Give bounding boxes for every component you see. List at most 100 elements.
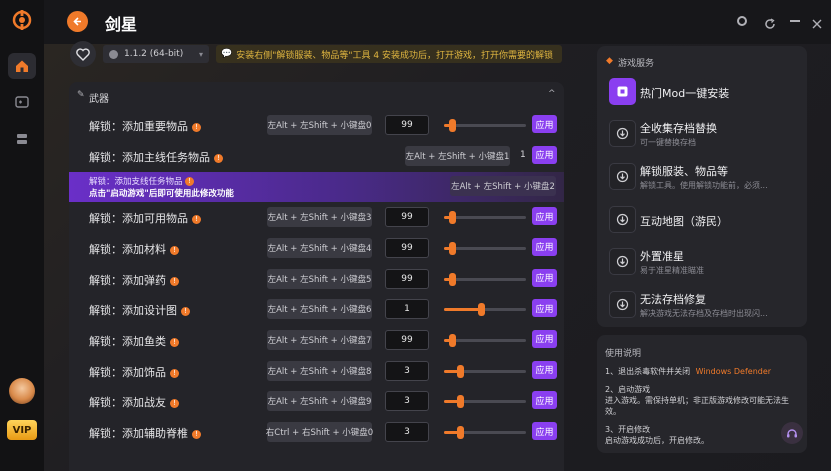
value-slider[interactable] xyxy=(444,119,526,132)
cheat-label: 解锁：添加鱼类! xyxy=(89,333,179,349)
apply-button[interactable]: 应用 xyxy=(532,329,557,348)
value-slider[interactable] xyxy=(444,241,526,255)
service-title: 热门Mod一键安装 xyxy=(640,87,730,100)
cheat-label: 解锁：添加主线任务物品! xyxy=(89,149,223,165)
headset-icon xyxy=(787,429,797,438)
slider-knob[interactable] xyxy=(449,272,457,286)
hotkey-field[interactable]: 左Alt + 左Shift + 小键盘2 xyxy=(450,176,556,197)
info-icon: ! xyxy=(181,307,190,317)
slider-knob[interactable] xyxy=(449,119,457,132)
value-input[interactable]: 1 xyxy=(385,299,429,320)
gamepad-icon xyxy=(15,96,29,108)
section-header[interactable]: ✎ 武器 ^ xyxy=(69,82,564,110)
slider-fill xyxy=(444,308,481,312)
sidebar-item-home[interactable] xyxy=(8,53,36,79)
usage-step1-title: 1、退出杀毒软件并关闭 xyxy=(605,367,691,376)
sidebar-item-games[interactable] xyxy=(8,89,36,115)
value-slider[interactable] xyxy=(444,333,526,347)
apply-button[interactable]: 应用 xyxy=(532,422,557,440)
mod-icon xyxy=(609,78,636,105)
hotkey-field[interactable]: 右Ctrl + 右Shift + 小键盘0 xyxy=(266,422,373,442)
apply-button[interactable]: 应用 xyxy=(532,299,557,318)
cheat-row: 解锁：添加鱼类! 左Alt + 左Shift + 小键盘7 99 应用 xyxy=(69,326,564,356)
cheat-label: 解锁：添加设计图! xyxy=(89,302,190,318)
info-icon: ! xyxy=(170,245,179,255)
hotkey-field[interactable]: 左Alt + 左Shift + 小键盘8 xyxy=(267,360,372,381)
record-icon[interactable] xyxy=(737,16,747,26)
slider-knob[interactable] xyxy=(449,211,457,225)
cheat-label: 解锁：添加饰品! xyxy=(89,364,179,380)
service-title: 外置准星 xyxy=(640,250,684,263)
refresh-icon[interactable] xyxy=(764,15,776,29)
minimize-icon[interactable] xyxy=(790,20,800,22)
sidebar-item-library[interactable] xyxy=(8,126,36,152)
apply-button[interactable]: 应用 xyxy=(532,360,557,379)
hotkey-field[interactable]: 左Alt + 左Shift + 小键盘7 xyxy=(267,329,372,350)
favorite-button[interactable] xyxy=(70,41,96,67)
cheat-label-text: 解锁：添加设计图 xyxy=(89,304,177,318)
usage-title: 使用说明 xyxy=(605,349,642,359)
value-slider[interactable] xyxy=(444,303,526,317)
vip-badge[interactable]: VIP xyxy=(7,420,37,440)
apply-button[interactable]: 应用 xyxy=(532,115,557,133)
hotkey-field[interactable]: 左Alt + 左Shift + 小键盘6 xyxy=(267,299,372,320)
apply-button[interactable]: 应用 xyxy=(532,207,557,226)
slider-knob[interactable] xyxy=(457,364,465,378)
hotkey-field[interactable]: 左Alt + 左Shift + 小键盘0 xyxy=(267,115,372,135)
hotkey-field[interactable]: 左Alt + 左Shift + 小键盘5 xyxy=(267,268,372,289)
usage-panel: 使用说明 1、退出杀毒软件并关闭 Windows Defender 2、启动游戏… xyxy=(597,335,807,453)
hotkey-field[interactable]: 左Alt + 左Shift + 小键盘1 xyxy=(405,145,510,166)
service-item[interactable]: 热门Mod一键安装 xyxy=(609,74,799,110)
cheat-label: 解锁：添加战友! xyxy=(89,394,179,410)
info-icon: ! xyxy=(170,337,179,347)
usage-step1: 1、退出杀毒软件并关闭 Windows Defender xyxy=(605,366,771,377)
close-icon[interactable] xyxy=(811,15,823,29)
service-title: 互动地图（游民） xyxy=(640,215,728,228)
apply-button[interactable]: 应用 xyxy=(532,268,557,287)
value-input[interactable]: 99 xyxy=(385,207,429,228)
hotkey-field[interactable]: 左Alt + 左Shift + 小键盘4 xyxy=(267,237,372,258)
back-button[interactable] xyxy=(67,11,88,32)
service-item[interactable]: 解锁服装、物品等 解锁工具。使用解锁功能前，必须... xyxy=(609,159,799,195)
service-item[interactable]: 无法存档修复 解决游戏无法存档及存档时出现闪... xyxy=(609,287,799,323)
services-title: 游戏服务 xyxy=(618,59,655,69)
slider-knob[interactable] xyxy=(457,395,465,409)
cheat-row: 解锁：添加重要物品! 左Alt + 左Shift + 小键盘0 99 应用 xyxy=(69,111,564,141)
value-input[interactable]: 3 xyxy=(385,422,429,442)
apply-button[interactable]: 应用 xyxy=(532,391,557,410)
value-slider[interactable] xyxy=(444,364,526,378)
value-slider[interactable] xyxy=(444,272,526,286)
apply-button[interactable]: 应用 xyxy=(532,145,557,164)
info-icon: ! xyxy=(170,368,179,378)
slider-knob[interactable] xyxy=(457,426,465,439)
cheat-label-text: 解锁：添加可用物品 xyxy=(89,212,188,226)
value-input[interactable]: 99 xyxy=(385,329,429,350)
service-item[interactable]: 互动地图（游民） xyxy=(609,202,799,238)
weapon-icon: ✎ xyxy=(77,90,85,100)
steam-icon xyxy=(109,49,118,59)
cheat-row: 解锁：添加材料! 左Alt + 左Shift + 小键盘4 99 应用 xyxy=(69,234,564,264)
stack-icon xyxy=(17,134,27,144)
value-slider[interactable] xyxy=(444,211,526,225)
hotkey-field[interactable]: 左Alt + 左Shift + 小键盘9 xyxy=(267,391,372,412)
slider-knob[interactable] xyxy=(449,241,457,255)
slider-knob[interactable] xyxy=(477,303,485,317)
value-input[interactable]: 3 xyxy=(385,360,429,381)
value-input[interactable]: 99 xyxy=(385,237,429,258)
info-icon: ! xyxy=(192,215,201,225)
service-title: 全收集存档替换 xyxy=(640,122,717,135)
avatar[interactable] xyxy=(9,378,35,404)
service-item[interactable]: 全收集存档替换 可一键替换存档 xyxy=(609,116,799,152)
apply-button[interactable]: 应用 xyxy=(532,237,557,256)
value-input[interactable]: 99 xyxy=(385,115,429,135)
value-slider[interactable] xyxy=(444,426,526,439)
hotkey-field[interactable]: 左Alt + 左Shift + 小键盘3 xyxy=(267,207,372,228)
version-select[interactable]: 1.1.2 (64-bit) ▾ xyxy=(103,45,209,63)
value-input[interactable]: 3 xyxy=(385,391,429,412)
value-input[interactable]: 99 xyxy=(385,268,429,289)
value-slider[interactable] xyxy=(444,395,526,409)
slider-knob[interactable] xyxy=(449,333,457,347)
service-item[interactable]: 外置准星 易于准星精准瞄准 xyxy=(609,244,799,280)
service-subtitle: 解锁工具。使用解锁功能前，必须... xyxy=(640,181,768,190)
support-button[interactable] xyxy=(781,422,803,444)
